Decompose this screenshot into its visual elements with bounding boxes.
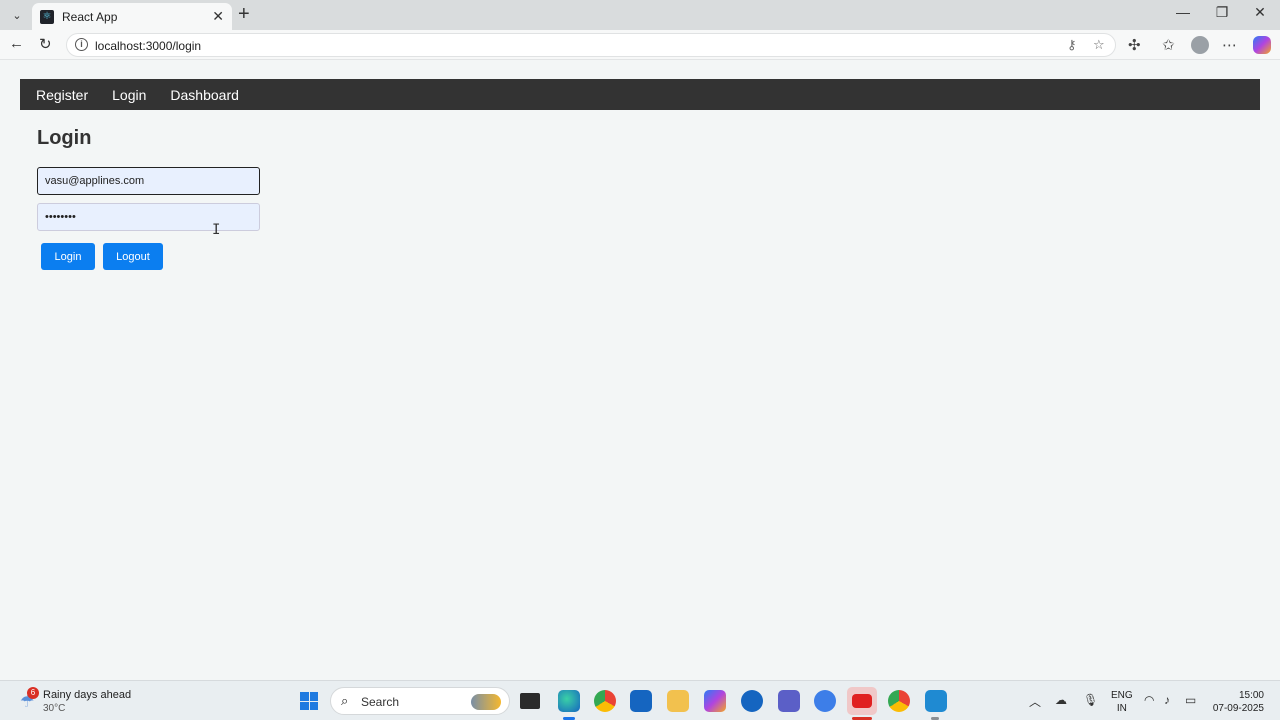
clock-time: 15:00 bbox=[1238, 690, 1264, 701]
profile-avatar[interactable] bbox=[1191, 36, 1209, 54]
tray-overflow-icon[interactable]: ︿ bbox=[1029, 693, 1041, 710]
back-icon[interactable]: ← bbox=[9, 35, 24, 52]
browser-tab[interactable]: ⚛ React App ✕ bbox=[32, 3, 232, 30]
tab-list-icon[interactable]: ⌄ bbox=[6, 5, 28, 25]
copilot-app-icon[interactable] bbox=[704, 690, 726, 712]
vscode-icon[interactable] bbox=[925, 690, 947, 712]
youtube-icon bbox=[852, 694, 872, 708]
search-highlight-icon bbox=[471, 694, 501, 710]
weather-text[interactable]: Rainy days ahead bbox=[43, 689, 131, 701]
text-cursor-icon: I bbox=[212, 222, 221, 238]
wifi-icon[interactable]: ◠ bbox=[1144, 693, 1154, 707]
file-explorer-icon[interactable] bbox=[667, 690, 689, 712]
weather-badge: 6 bbox=[27, 687, 39, 699]
react-favicon-icon: ⚛ bbox=[40, 9, 54, 24]
minimize-icon[interactable]: — bbox=[1168, 4, 1198, 20]
search-icon: ⌕ bbox=[341, 693, 349, 708]
browser-toolbar: ← ↻ i localhost:3000/login ⚷ ☆ bbox=[0, 30, 1280, 60]
onedrive-icon[interactable]: ☁ bbox=[1055, 693, 1067, 707]
weather-temp: 30°C bbox=[43, 703, 66, 714]
nav-login-link[interactable]: Login bbox=[112, 87, 146, 103]
page-title: Login bbox=[37, 127, 92, 149]
chrome-icon[interactable] bbox=[594, 690, 616, 712]
windows-start-icon[interactable] bbox=[300, 692, 318, 710]
search-label: Search bbox=[361, 695, 400, 709]
teamviewer-icon[interactable] bbox=[741, 690, 763, 712]
more-menu-icon[interactable]: ⋯ bbox=[1222, 36, 1237, 54]
key-icon[interactable]: ⚷ bbox=[1067, 37, 1077, 53]
lang-region: IN bbox=[1116, 703, 1127, 714]
email-field[interactable] bbox=[37, 167, 260, 195]
address-bar[interactable]: i localhost:3000/login ⚷ ☆ bbox=[66, 33, 1116, 57]
app-navbar: Register Login Dashboard bbox=[20, 79, 1260, 110]
maximize-icon[interactable]: ❐ bbox=[1207, 4, 1237, 21]
url-text[interactable]: localhost:3000/login bbox=[95, 39, 201, 53]
favorites-icon[interactable]: ✩ bbox=[1162, 36, 1175, 54]
close-window-icon[interactable]: ✕ bbox=[1245, 4, 1275, 21]
taskbar-search[interactable]: ⌕ Search bbox=[330, 687, 510, 715]
volume-icon[interactable]: ♪ bbox=[1164, 693, 1170, 707]
reload-icon[interactable]: ↻ bbox=[39, 35, 52, 53]
tab-title: React App bbox=[62, 9, 118, 24]
microphone-icon[interactable]: 🎙 bbox=[1083, 693, 1098, 707]
info-icon[interactable]: i bbox=[75, 38, 88, 51]
store-icon[interactable] bbox=[630, 690, 652, 712]
task-view-icon[interactable] bbox=[520, 693, 540, 709]
clock-date: 07-09-2025 bbox=[1212, 703, 1264, 714]
nav-register-link[interactable]: Register bbox=[36, 87, 88, 103]
extensions-icon[interactable]: ✣ bbox=[1128, 36, 1141, 54]
new-tab-icon[interactable]: + bbox=[238, 3, 250, 26]
nav-dashboard-link[interactable]: Dashboard bbox=[170, 87, 239, 103]
chrome-icon-2[interactable] bbox=[888, 690, 910, 712]
edge-icon[interactable] bbox=[558, 690, 580, 712]
language-indicator[interactable]: ENG IN bbox=[1111, 689, 1133, 715]
logout-button[interactable]: Logout bbox=[103, 243, 163, 270]
battery-icon[interactable]: ▭ bbox=[1185, 693, 1196, 707]
windows-taskbar: ☂ 6 Rainy days ahead 30°C ⌕ Search ︿ ☁ 🎙… bbox=[0, 680, 1280, 720]
browser-tab-bar: ⌄ ⚛ React App ✕ + — ❐ ✕ bbox=[0, 0, 1280, 30]
browser-app-icon[interactable] bbox=[814, 690, 836, 712]
tab-close-icon[interactable]: ✕ bbox=[212, 8, 224, 25]
copilot-icon[interactable] bbox=[1253, 36, 1271, 54]
system-clock[interactable]: 15:00 07-09-2025 bbox=[1212, 689, 1264, 715]
teams-icon[interactable] bbox=[778, 690, 800, 712]
login-button[interactable]: Login bbox=[41, 243, 95, 270]
password-field[interactable] bbox=[37, 203, 260, 231]
lang-code: ENG bbox=[1111, 690, 1133, 701]
favorite-star-icon[interactable]: ☆ bbox=[1093, 37, 1105, 53]
